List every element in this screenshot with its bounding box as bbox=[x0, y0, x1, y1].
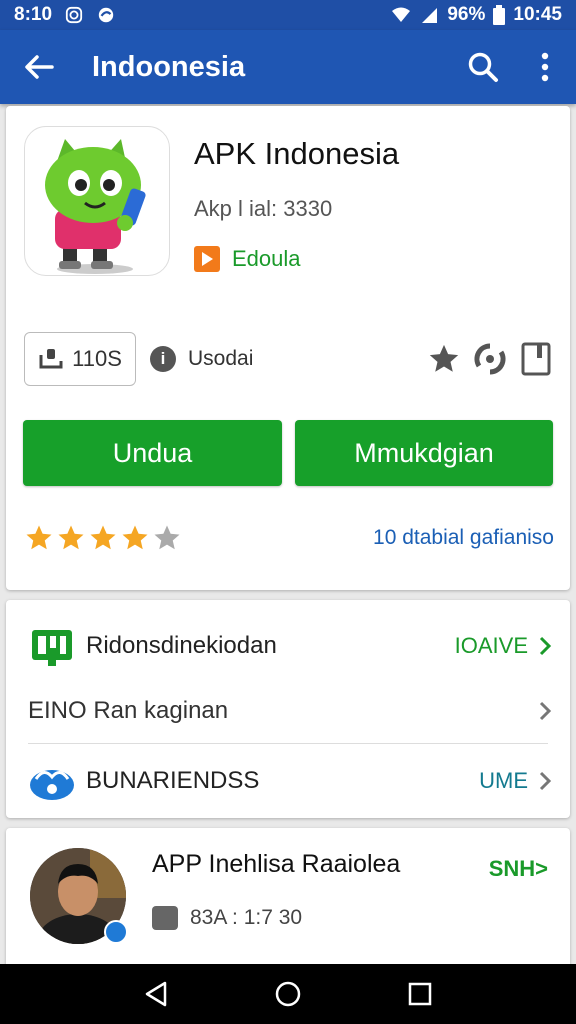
chevron-right-icon bbox=[539, 771, 552, 791]
section-action-3: UME bbox=[479, 768, 528, 793]
search-icon bbox=[468, 52, 498, 82]
status-bar: 8:10 96% 10:45 bbox=[0, 0, 576, 30]
chevron-right-icon bbox=[539, 636, 552, 656]
star-filled-icon bbox=[58, 525, 84, 550]
info-icon: i bbox=[150, 346, 176, 372]
bird-icon bbox=[28, 759, 76, 803]
rating-stars bbox=[24, 523, 182, 553]
app-detail-card: APK Indonesia Akp l ial: 3330 Edoula 110… bbox=[6, 106, 570, 590]
app-toolbar: Indoonesia bbox=[0, 30, 576, 104]
mascot-icon bbox=[45, 139, 146, 274]
install-button[interactable]: Mmukdgian bbox=[295, 420, 553, 486]
developer-card-name: APP Inehlisa Raaiolea bbox=[152, 850, 401, 878]
wifi-icon bbox=[392, 7, 411, 22]
info-chip[interactable]: i Usodai bbox=[150, 346, 253, 372]
developer-card[interactable]: APP Inehlisa Raaiolea 83A : 1:7 30 SNH> bbox=[6, 828, 570, 968]
stats-icon bbox=[152, 906, 178, 930]
developer-link[interactable]: Edoula bbox=[194, 246, 301, 272]
battery-percent: 96% bbox=[447, 4, 486, 25]
battery-icon bbox=[493, 5, 506, 25]
section-label-3: BUNARIENDSS bbox=[86, 767, 260, 794]
section-label-2: EINO Ran kaginan bbox=[28, 697, 229, 724]
app-meta: Akp l ial: 3330 bbox=[194, 196, 333, 221]
info-row: 110S i Usodai bbox=[24, 332, 554, 386]
section-row-2[interactable]: EINO Ran kaginan bbox=[6, 680, 570, 742]
section-row-3[interactable]: BUNARIENDSS UME bbox=[6, 748, 570, 814]
status-clock-right: 10:45 bbox=[513, 4, 562, 25]
info-label: Usodai bbox=[188, 347, 254, 370]
back-arrow-icon bbox=[25, 55, 54, 79]
star-icon bbox=[429, 344, 459, 372]
share-icon bbox=[474, 343, 506, 375]
star-filled-icon bbox=[26, 525, 52, 550]
section-label-1: Ridonsdinekiodan bbox=[86, 632, 277, 659]
developer-action[interactable]: SNH> bbox=[489, 856, 548, 882]
size-chip[interactable]: 110S bbox=[24, 332, 136, 386]
download-size-icon bbox=[39, 349, 63, 369]
bookmark-button[interactable] bbox=[518, 341, 554, 377]
search-button[interactable] bbox=[452, 30, 514, 104]
system-nav-bar bbox=[0, 964, 576, 1024]
more-options-button[interactable] bbox=[514, 30, 576, 104]
instagram-icon bbox=[65, 6, 83, 24]
developer-stat-text: 83A : 1:7 30 bbox=[190, 906, 303, 929]
app-icon bbox=[24, 126, 170, 276]
status-time: 8:10 bbox=[14, 4, 53, 25]
favorite-button[interactable] bbox=[426, 341, 462, 377]
rating-row: 10 dtabial gafianiso bbox=[24, 518, 554, 558]
nav-back-icon bbox=[145, 981, 167, 1007]
download-button[interactable]: Undua bbox=[23, 420, 282, 486]
verified-badge-icon bbox=[104, 920, 128, 944]
reviews-link[interactable]: 10 dtabial gafianiso bbox=[373, 526, 554, 550]
toolbar-title: Indoonesia bbox=[92, 50, 246, 83]
nav-home-button[interactable] bbox=[268, 974, 308, 1014]
section-action-1: IOAIVE bbox=[454, 633, 528, 658]
nav-recents-button[interactable] bbox=[400, 974, 440, 1014]
divider bbox=[28, 743, 548, 744]
developer-stat: 83A : 1:7 30 bbox=[152, 906, 302, 930]
nav-recents-icon bbox=[408, 982, 432, 1006]
play-badge-icon bbox=[194, 246, 220, 272]
sections-card: Ridonsdinekiodan IOAIVE EINO Ran kaginan… bbox=[6, 600, 570, 818]
app-notification-icon bbox=[98, 7, 114, 23]
nav-back-button[interactable] bbox=[136, 974, 176, 1014]
bookmark-icon bbox=[521, 342, 551, 376]
back-button[interactable] bbox=[0, 30, 78, 104]
nav-home-icon bbox=[275, 981, 301, 1007]
signal-icon bbox=[422, 8, 438, 23]
size-label: 110S bbox=[72, 346, 122, 371]
star-filled-icon bbox=[122, 525, 148, 550]
star-empty-icon bbox=[154, 525, 180, 550]
android-store-icon bbox=[28, 624, 76, 668]
more-vert-icon bbox=[541, 52, 549, 82]
chevron-right-icon bbox=[539, 701, 552, 721]
share-button[interactable] bbox=[472, 341, 508, 377]
star-filled-icon bbox=[90, 525, 116, 550]
section-row-1[interactable]: Ridonsdinekiodan IOAIVE bbox=[6, 614, 570, 678]
developer-name: Edoula bbox=[232, 246, 301, 271]
app-name: APK Indonesia bbox=[194, 136, 400, 171]
